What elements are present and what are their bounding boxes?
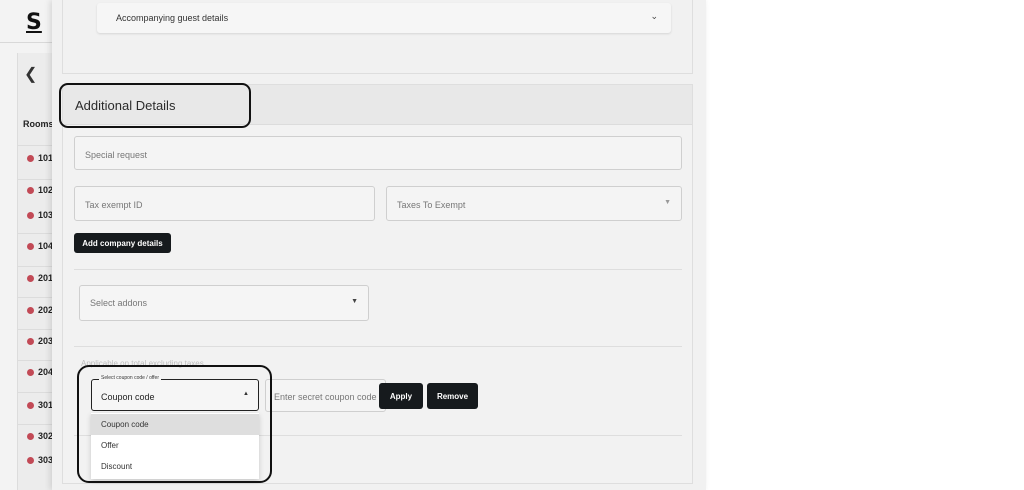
accordion-label: Accompanying guest details — [116, 13, 229, 23]
status-dot-icon — [27, 401, 34, 409]
row-divider — [17, 266, 56, 267]
room-item[interactable]: 204 — [27, 367, 53, 377]
booking-drawer: Accompanying guest details ⌄ Additional … — [52, 0, 706, 490]
select-addons-dropdown[interactable]: Select addons ▼ — [79, 285, 369, 321]
addons-placeholder: Select addons — [90, 298, 148, 308]
special-request-field[interactable]: Special request — [74, 136, 682, 170]
room-item[interactable]: 202 — [27, 305, 53, 315]
row-divider — [17, 424, 56, 425]
status-dot-icon — [27, 306, 34, 314]
room-item[interactable]: 201 — [27, 273, 53, 283]
rooms-heading: Rooms — [23, 119, 54, 129]
additional-details-section: Additional Details Special request Tax e… — [59, 83, 693, 484]
coupon-highlight-outline — [77, 365, 272, 483]
room-item[interactable]: 303 — [27, 455, 53, 465]
special-request-placeholder: Special request — [85, 150, 148, 160]
room-item[interactable]: 101 — [27, 153, 53, 163]
status-dot-icon — [27, 368, 34, 376]
caret-down-icon: ▼ — [664, 199, 671, 206]
accompanying-guests-accordion[interactable]: Accompanying guest details ⌄ — [97, 3, 671, 33]
app-logo: S — [26, 10, 42, 35]
room-item[interactable]: 102 — [27, 185, 53, 195]
tax-exempt-id-field[interactable]: Tax exempt ID — [74, 186, 375, 221]
row-divider — [17, 297, 56, 298]
row-divider — [17, 145, 56, 146]
secret-coupon-placeholder: Enter secret coupon code — [274, 392, 377, 402]
back-chevron-icon[interactable]: ❮ — [24, 64, 37, 84]
row-divider — [17, 392, 56, 393]
room-item[interactable]: 104 — [27, 241, 53, 251]
row-divider — [17, 233, 56, 234]
status-dot-icon — [27, 186, 34, 194]
status-dot-icon — [27, 337, 34, 345]
taxes-to-exempt-select[interactable]: Taxes To Exempt ▼ — [386, 186, 682, 221]
tax-exempt-id-placeholder: Tax exempt ID — [85, 200, 143, 210]
room-item[interactable]: 203 — [27, 336, 53, 346]
row-divider — [17, 360, 56, 361]
header-divider — [0, 42, 56, 43]
status-dot-icon — [27, 274, 34, 282]
divider — [74, 269, 682, 270]
row-divider — [17, 329, 56, 330]
status-dot-icon — [27, 242, 34, 250]
divider — [74, 346, 682, 347]
taxes-to-exempt-placeholder: Taxes To Exempt — [397, 200, 466, 210]
status-dot-icon — [27, 456, 34, 464]
guest-card: Accompanying guest details ⌄ — [62, 0, 693, 74]
room-item[interactable]: 301 — [27, 400, 53, 410]
status-dot-icon — [27, 432, 34, 440]
room-item[interactable]: 103 — [27, 210, 53, 220]
status-dot-icon — [27, 154, 34, 162]
title-highlight-outline — [59, 83, 251, 128]
row-divider — [17, 179, 56, 180]
apply-button[interactable]: Apply — [379, 383, 423, 409]
secret-coupon-field[interactable]: Enter secret coupon code — [265, 379, 386, 412]
status-dot-icon — [27, 211, 34, 219]
room-item[interactable]: 302 — [27, 431, 53, 441]
caret-down-icon: ▼ — [351, 298, 358, 305]
remove-button[interactable]: Remove — [427, 383, 478, 409]
chevron-down-icon: ⌄ — [650, 11, 658, 21]
add-company-details-button[interactable]: Add company details — [74, 233, 171, 253]
background-app: S ❮ Rooms 101 102 103 104 201 202 203 20… — [0, 0, 56, 490]
